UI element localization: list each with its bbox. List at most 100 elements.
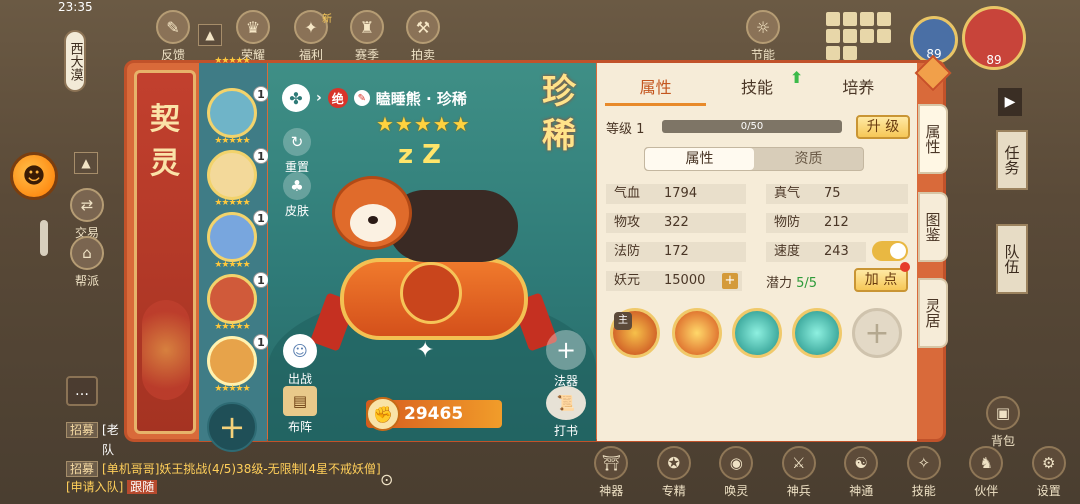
side-tab-attributes[interactable]: 属性 [918,104,948,174]
player-avatar[interactable]: 89 [962,6,1026,70]
guild-icon: ⌂ [70,236,104,270]
xp-bar: 0/50 [662,120,842,133]
side-tab-dwelling[interactable]: 灵居 [918,278,948,348]
side-guild[interactable]: ⌂ 帮派 [64,236,110,289]
deploy-icon: ☺ [283,334,317,368]
reset-button[interactable]: ↻ 重置 [280,128,314,175]
drum-emblem [400,262,462,324]
chat-bubble-icon[interactable]: … [66,376,98,406]
magic-tool-button[interactable]: + 法器 [544,330,588,389]
menu-artifact[interactable]: ⛩ 神器 [588,446,634,504]
buff-icon [843,12,857,26]
add-icon: + [546,330,586,370]
subtab-aptitude[interactable]: 资质 [754,148,863,170]
region-name[interactable]: 西大漠 [64,30,86,92]
partner-icon: ♞ [969,446,1004,480]
formation-icon: ▤ [283,386,317,416]
skill-slot[interactable] [672,308,722,358]
level-label: 等级 1 [606,122,645,137]
roster-slot[interactable]: 1 ★★★★★ [205,148,269,208]
chevron-right-icon: › [316,90,322,106]
formation-button[interactable]: ▤ 布阵 [280,386,320,435]
collapse-toggle-button[interactable]: ▲ [198,24,222,46]
sparkle-icon: ✦ [416,338,435,363]
menu-weapon[interactable]: ⚔ 神兵 [776,446,822,504]
top-feedback[interactable]: ✎ 反馈 [150,10,196,63]
pet-shortcut-icon[interactable]: ☻ [10,152,58,200]
add-yaoyuan-button[interactable]: + [722,273,738,289]
rename-icon[interactable]: ✎ [353,90,370,106]
top-auction[interactable]: ⚒ 拍卖 [400,10,446,63]
clover-icon[interactable]: ✤ [282,84,310,112]
side-tab-codex[interactable]: 图鉴 [918,192,948,262]
backpack-icon: ▣ [986,396,1020,430]
skill-slot[interactable] [732,308,782,358]
add-pet-button[interactable]: + [207,402,257,452]
stat-speed: 速度 243 [766,242,866,262]
buff-grid[interactable] [826,12,906,60]
speed-toggle[interactable] [872,241,908,261]
side-collapse-button[interactable]: ▲ [74,152,98,174]
buff-icon [877,29,891,43]
upgrade-button[interactable]: 升 级 [856,115,910,139]
skill-slot[interactable] [792,308,842,358]
hammer-icon: ⚒ [406,10,440,44]
buff-icon [826,29,840,43]
sleep-zzz-icon: z Z [398,140,442,170]
menu-summon[interactable]: ◉ 唤灵 [713,446,759,504]
glory-icon: ♛ [236,10,270,44]
pet-avatar [207,274,257,324]
power-icon: ☯ [844,446,879,480]
menu-settings[interactable]: ⚙ 设置 [1026,446,1072,504]
stat-qi: 真气 75 [766,184,908,204]
top-power-save[interactable]: ☼ 节能 [740,10,786,63]
top-season[interactable]: ♜ 赛季 [344,10,390,63]
roster-slot[interactable]: 1 ★★★★★ [205,210,269,270]
tab-cultivate[interactable]: 培养 [808,74,909,106]
expand-arrow-button[interactable]: ▶ [998,88,1022,116]
bottom-menu: ⛩ 神器 ✪ 专精 ◉ 唤灵 ⚔ 神兵 ☯ 神通 ✧ 技能 ♞ 伙伴 ⚙ 设置 [580,446,1080,504]
potential-row: 潜力 5/5 [766,276,818,291]
menu-mastery[interactable]: ✪ 专精 [651,446,697,504]
side-trade[interactable]: ⇄ 交易 [64,188,110,241]
chat-follow-button[interactable]: 跟随 [127,480,158,494]
notification-dot [900,262,910,272]
add-point-button[interactable]: 加 点 [854,268,908,292]
fist-icon: ✊ [366,397,400,431]
tab-attributes[interactable]: 属性 [605,74,707,106]
buff-icon [877,12,891,26]
buff-icon [843,29,857,43]
add-skill-button[interactable]: + [852,308,902,358]
roster-slot[interactable]: 1 ★★★★★ [205,86,269,146]
scroll-icon: 📜 [546,386,586,420]
dialog-title: 契灵 [150,102,180,181]
menu-skill[interactable]: ✧ 技能 [901,446,947,504]
team-tab[interactable]: 队伍 [996,224,1028,294]
flower-decoration [142,300,190,400]
deploy-button[interactable]: ☺ 出战 [280,334,320,387]
up-arrow-icon: ⬆ [790,68,804,87]
weapon-icon: ⚔ [781,446,816,480]
side-scrollbar[interactable] [40,220,48,256]
chat-line: 招募 [单机哥哥]妖王挑战(4/5)38级-无限制[4星不戒妖僧][申请入队] 跟… [66,461,381,494]
pet-name-row: ✤ › 绝 ✎ 瞌睡熊 · 珍稀 [282,84,467,112]
roster-slot-selected[interactable]: 1 ★★★★★ [205,334,269,394]
pet-name: 瞌睡熊 · 珍稀 [375,89,467,108]
camera-icon[interactable]: ⊙ [380,470,393,489]
backpack-button[interactable]: ▣ 背包 [980,396,1026,449]
menu-power[interactable]: ☯ 神通 [838,446,884,504]
skin-button[interactable]: ♣ 皮肤 [280,172,314,219]
pet-avatar [207,150,257,200]
potential-value: 5/5 [796,276,818,291]
bulb-icon: ☼ [746,10,780,44]
trophy-icon: ♜ [350,10,384,44]
roster-slot[interactable]: 1 ★★★★★ [205,272,269,332]
roster-slot-partial[interactable]: ★★★★★ [205,56,259,66]
skill-book-button[interactable]: 📜 打书 [544,386,588,439]
main-skill-tag: 主 [614,312,632,330]
new-badge: 新 [322,14,332,25]
subtab-attributes[interactable]: 属性 [645,148,754,170]
buff-icon [826,12,840,26]
menu-partner[interactable]: ♞ 伙伴 [963,446,1009,504]
task-tab[interactable]: 任务 [996,130,1028,190]
